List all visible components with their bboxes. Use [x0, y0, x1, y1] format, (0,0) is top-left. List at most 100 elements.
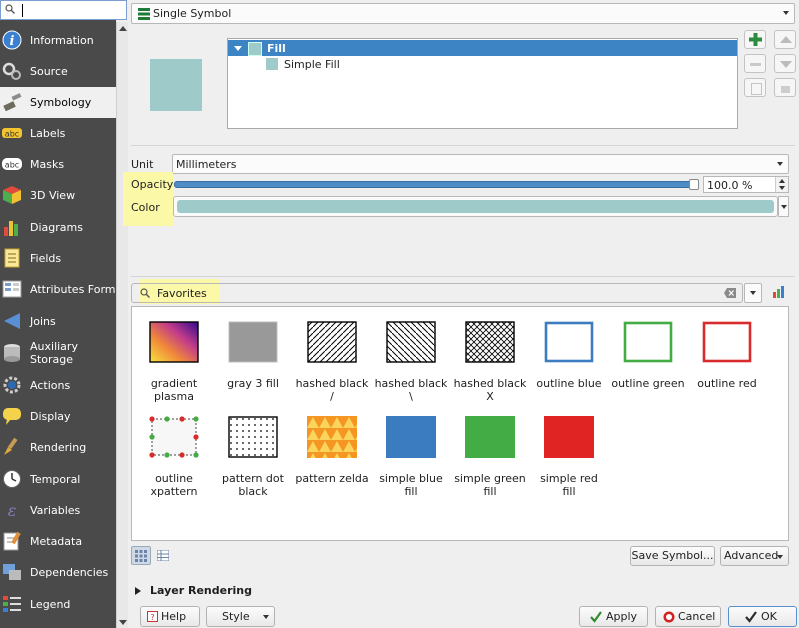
sidebar-item-auxiliary-storage[interactable]: Auxiliary Storage	[0, 338, 116, 369]
style-manager-icon[interactable]	[772, 285, 786, 299]
sidebar-item-rendering[interactable]: Rendering	[0, 432, 116, 463]
sidebar-item-dependencies[interactable]: Dependencies	[0, 557, 116, 588]
layer-rendering-header[interactable]: Layer Rendering	[150, 584, 252, 597]
opacity-label: Opacity	[131, 178, 174, 191]
sidebar-item-attributes-form[interactable]: Attributes Form	[0, 274, 116, 305]
ok-button[interactable]: OK	[728, 606, 797, 627]
sidebar-item-source[interactable]: Source	[0, 56, 116, 87]
tree-row-simple-fill[interactable]: Simple Fill	[228, 57, 737, 73]
symbol-library-list[interactable]: gradient plasma gray 3 fill hashed black /…	[131, 306, 789, 541]
symbol-layer-tree[interactable]: Fill Simple Fill	[227, 38, 738, 129]
outline-blue-thumbnail	[544, 321, 594, 363]
move-up-button[interactable]	[774, 30, 796, 49]
library-filter-select[interactable]	[744, 283, 762, 303]
color-menu-button[interactable]	[778, 196, 789, 217]
sidebar-item-3d-view[interactable]: 3D View	[0, 180, 116, 211]
pattern-zelda-thumbnail	[307, 416, 357, 458]
add-layer-button[interactable]	[744, 30, 766, 49]
symbol-outline-blue[interactable]: outline blue	[529, 307, 609, 399]
grid-view-icon	[135, 550, 147, 562]
opacity-slider[interactable]	[174, 181, 698, 188]
symbol-hashed-black-backslash[interactable]: hashed black \	[371, 307, 451, 403]
symbol-label: outline blue	[536, 377, 602, 390]
move-down-button[interactable]	[774, 54, 796, 73]
symbol-simple-red-fill[interactable]: simple red fill	[529, 402, 609, 498]
symbol-hashed-black-x[interactable]: hashed black X	[450, 307, 530, 403]
save-symbol-label: Save Symbol...	[631, 549, 714, 562]
symbol-label: outline red	[697, 377, 757, 390]
tree-row-fill[interactable]: Fill	[228, 40, 737, 56]
opacity-value: 100.0 %	[707, 179, 753, 192]
cancel-icon	[663, 611, 675, 623]
search-icon	[5, 4, 15, 14]
spin-down-icon[interactable]	[779, 186, 785, 190]
style-menu-button[interactable]: Style	[206, 606, 275, 627]
opacity-spinbox[interactable]: 100.0 %	[703, 176, 789, 193]
svg-text:i: i	[10, 34, 15, 49]
cancel-button[interactable]: Cancel	[655, 606, 721, 627]
scrollbar[interactable]	[116, 22, 128, 628]
sidebar-item-label: Legend	[30, 598, 71, 611]
sidebar-item-label: Auxiliary Storage	[30, 340, 78, 366]
info-icon: i	[2, 30, 22, 50]
unit-select[interactable]: Millimeters	[172, 154, 789, 174]
chevron-down-icon	[263, 615, 269, 619]
icon-view-button[interactable]	[131, 546, 151, 565]
help-button[interactable]: ? Help	[140, 606, 200, 627]
sidebar-item-label: 3D View	[30, 189, 76, 202]
symbol-outline-green[interactable]: outline green	[608, 307, 688, 399]
symbol-hashed-black-slash[interactable]: hashed black /	[292, 307, 372, 403]
symbol-label: pattern zelda	[295, 472, 369, 485]
color-button[interactable]	[173, 196, 778, 217]
sidebar-item-symbology[interactable]: Symbology	[0, 87, 116, 118]
symbol-outline-red[interactable]: outline red	[687, 307, 767, 399]
sidebar-item-masks[interactable]: abc Masks	[0, 149, 116, 180]
apply-button[interactable]: Apply	[579, 606, 648, 627]
symbol-pattern-zelda[interactable]: pattern zelda	[292, 402, 372, 494]
duplicate-layer-button[interactable]	[744, 78, 766, 97]
sidebar-item-label: Actions	[30, 379, 71, 392]
clear-icon[interactable]	[724, 288, 736, 298]
advanced-button[interactable]: Advanced	[720, 546, 789, 566]
expand-arrow-icon[interactable]	[234, 46, 242, 51]
symbol-simple-blue-fill[interactable]: simple blue fill	[371, 402, 451, 498]
scroll-down-arrow-icon[interactable]	[119, 620, 127, 625]
symbol-gray-3-fill[interactable]: gray 3 fill	[213, 307, 293, 399]
sidebar-item-joins[interactable]: Joins	[0, 306, 116, 337]
sidebar-item-temporal[interactable]: Temporal	[0, 464, 116, 495]
renderer-type-select[interactable]: Single Symbol	[131, 3, 795, 24]
remove-layer-button[interactable]	[744, 54, 766, 73]
symbol-outline-xpattern[interactable]: outline xpattern	[134, 402, 214, 498]
symbol-simple-green-fill[interactable]: simple green fill	[450, 402, 530, 498]
advanced-label: Advanced	[724, 549, 779, 562]
save-symbol-button[interactable]: Save Symbol...	[630, 546, 715, 566]
sidebar-item-label: Rendering	[30, 441, 87, 454]
sidebar-item-variables[interactable]: ε Variables	[0, 495, 116, 526]
pattern-dot-thumbnail	[228, 416, 278, 458]
symbol-label: hashed black /	[295, 377, 369, 403]
sidebar-item-information[interactable]: i Information	[0, 25, 116, 56]
sidebar-item-label: Metadata	[30, 535, 83, 548]
renderer-type-label: Single Symbol	[153, 7, 232, 20]
sidebar-item-metadata[interactable]: Metadata	[0, 526, 116, 557]
expand-arrow-icon[interactable]	[135, 587, 141, 595]
cancel-label: Cancel	[678, 610, 716, 623]
search-input[interactable]	[0, 0, 127, 20]
divider	[131, 276, 795, 277]
sidebar-item-diagrams[interactable]: Diagrams	[0, 212, 116, 243]
scroll-up-arrow-icon[interactable]	[119, 26, 127, 31]
sidebar-item-legend[interactable]: Legend	[0, 589, 116, 620]
symbol-library-search[interactable]: Favorites	[131, 283, 743, 303]
spin-up-icon[interactable]	[779, 179, 785, 183]
sidebar-item-display[interactable]: Display	[0, 401, 116, 432]
symbol-pattern-dot-black[interactable]: pattern dot black	[213, 402, 293, 498]
lock-layer-button[interactable]	[774, 78, 796, 97]
opacity-slider-handle[interactable]	[689, 179, 699, 190]
cube-icon	[3, 186, 21, 204]
spin-buttons[interactable]	[775, 177, 788, 192]
symbol-gradient-plasma[interactable]: gradient plasma	[134, 307, 214, 403]
sidebar-item-actions[interactable]: Actions	[0, 370, 116, 401]
sidebar-item-fields[interactable]: Fields	[0, 243, 116, 274]
sidebar-item-labels[interactable]: abc Labels	[0, 118, 116, 149]
list-view-button[interactable]	[154, 546, 172, 565]
